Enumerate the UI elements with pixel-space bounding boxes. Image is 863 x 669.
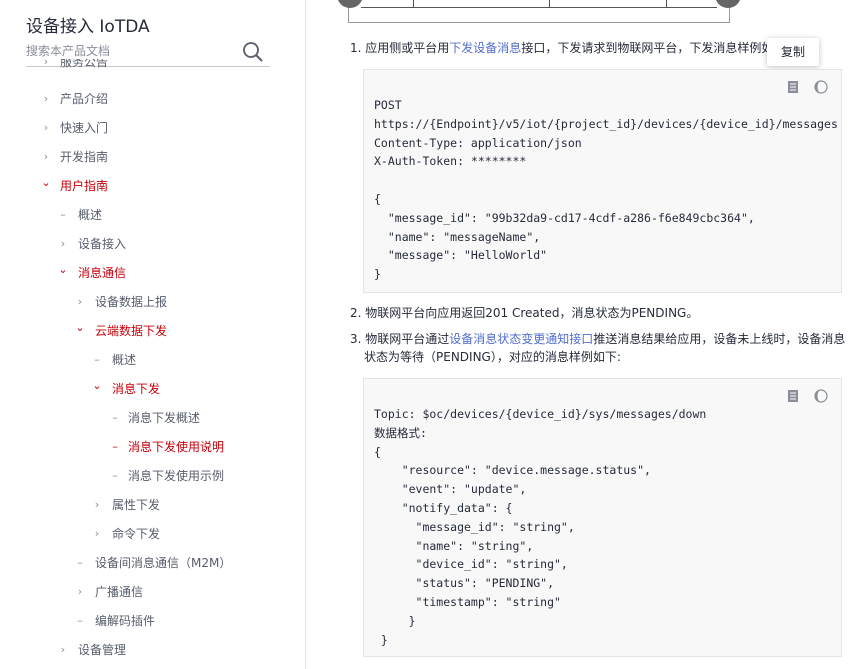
step-text: 物联网平台向应用返回201 Created，消息状态为PENDING。 <box>365 306 699 320</box>
dash-icon: – <box>77 556 83 569</box>
nav-item-data-report[interactable]: › 设备数据上报 <box>0 291 300 313</box>
dash-icon: – <box>112 440 118 453</box>
code-block-notification: Topic: $oc/devices/{device_id}/sys/messa… <box>363 378 842 657</box>
sidebar: 设备接入 IoTDA › 服务公告 › 产品介绍 › 快速入门 › 开发指南 ⌄… <box>0 0 306 669</box>
copy-icon[interactable] <box>786 389 800 403</box>
nav-item-label: 用户指南 <box>60 179 109 193</box>
product-title[interactable]: 设备接入 IoTDA <box>26 12 150 37</box>
copy-tooltip: 复制 <box>767 38 819 66</box>
chevron-right-icon: › <box>60 643 66 656</box>
nav-item-label: 服务公告 <box>60 59 109 69</box>
nav-item-downlink-usage[interactable]: – 消息下发使用说明 <box>0 436 300 458</box>
nav-item-messaging[interactable]: ⌄ 消息通信 <box>0 262 300 284</box>
send-device-message-link[interactable]: 下发设备消息 <box>449 41 521 55</box>
nav-item-label: 消息下发 <box>112 382 161 396</box>
theme-toggle-icon[interactable] <box>814 389 828 403</box>
diagram-node <box>715 0 741 8</box>
nav-item-label: 概述 <box>112 353 137 367</box>
diagram-divider <box>666 0 667 8</box>
nav-item-label: 产品介绍 <box>60 92 109 106</box>
dash-icon: – <box>77 614 83 627</box>
dash-icon: – <box>94 353 100 366</box>
code-text: POST https://{Endpoint}/v5/iot/{project_… <box>374 98 838 282</box>
chevron-right-icon: › <box>43 150 49 163</box>
chevron-right-icon: › <box>43 59 49 68</box>
nav-item-label: 命令下发 <box>112 527 161 541</box>
nav-item-device-management[interactable]: › 设备管理 <box>0 639 300 661</box>
nav-item-label: 设备管理 <box>78 643 127 657</box>
step-text: 物联网平台通过 <box>365 332 450 346</box>
message-status-notify-link[interactable]: 设备消息状态变更通知接口 <box>449 332 593 346</box>
nav-item-m2m[interactable]: – 设备间消息通信（M2M） <box>0 552 300 574</box>
nav-item-label: 云端数据下发 <box>95 324 168 338</box>
step-1: 1. 应用侧或平台用下发设备消息接口，下发请求到物联网平台，下发消息样例如 <box>350 39 773 57</box>
step-text: 接口，下发请求到物联网平台，下发消息样例如 <box>521 41 774 55</box>
nav-item-label: 概述 <box>78 208 103 222</box>
nav-item-user-guide[interactable]: ⌄ 用户指南 <box>0 175 300 197</box>
nav-item-dev-guide[interactable]: › 开发指南 <box>0 146 300 168</box>
nav-item-codec-plugin[interactable]: – 编解码插件 <box>0 610 300 632</box>
nav-item-label: 广播通信 <box>95 585 144 599</box>
nav-item-downlink-summary[interactable]: – 消息下发概述 <box>0 407 300 429</box>
nav-item-label: 消息下发使用说明 <box>128 440 225 454</box>
diagram-divider <box>413 0 414 8</box>
nav-item-label: 设备数据上报 <box>95 295 168 309</box>
nav-item-label: 消息下发概述 <box>128 411 201 425</box>
code-block-request: POST https://{Endpoint}/v5/iot/{project_… <box>363 69 842 293</box>
step-number: 2. <box>350 306 362 320</box>
theme-toggle-icon[interactable] <box>814 80 828 94</box>
chevron-right-icon: › <box>94 527 100 540</box>
step-3: 3. 物联网平台通过设备消息状态变更通知接口推送消息结果给应用，设备未上线时，设… <box>350 330 855 366</box>
dash-icon: – <box>112 411 118 424</box>
chevron-right-icon: › <box>60 237 66 250</box>
step-text: 状态为等待（PENDING），对应的消息样例如下: <box>364 350 621 364</box>
chevron-right-icon: › <box>94 498 100 511</box>
nav-item-broadcast[interactable]: › 广播通信 <box>0 581 300 603</box>
chevron-down-icon: ⌄ <box>58 263 68 276</box>
nav-item-message-downlink[interactable]: ⌄ 消息下发 <box>0 378 300 400</box>
nav-item-label: 设备间消息通信（M2M） <box>95 556 232 570</box>
dash-icon: – <box>60 208 66 221</box>
chevron-right-icon: › <box>43 92 49 105</box>
doc-content: 1. 应用侧或平台用下发设备消息接口，下发请求到物联网平台，下发消息样例如 复制… <box>306 0 863 669</box>
chevron-right-icon: › <box>77 295 83 308</box>
nav-item-service-notice[interactable]: › 服务公告 <box>0 59 300 73</box>
nav-item-device-access[interactable]: › 设备接入 <box>0 233 300 255</box>
nav-item-label: 属性下发 <box>112 498 161 512</box>
chevron-right-icon: › <box>43 121 49 134</box>
nav-item-label: 设备接入 <box>78 237 127 251</box>
nav-item-downlink-overview[interactable]: – 概述 <box>0 349 300 371</box>
nav-item-cloud-downlink[interactable]: ⌄ 云端数据下发 <box>0 320 300 342</box>
chevron-right-icon: › <box>77 585 83 598</box>
step-2: 2. 物联网平台向应用返回201 Created，消息状态为PENDING。 <box>350 304 698 322</box>
diagram-line <box>361 7 717 8</box>
copy-icon[interactable] <box>786 80 800 94</box>
step-text: 应用侧或平台用 <box>365 41 450 55</box>
dash-icon: – <box>112 469 118 482</box>
code-text: Topic: $oc/devices/{device_id}/sys/messa… <box>374 407 707 647</box>
chevron-down-icon: ⌄ <box>92 379 102 392</box>
step-number: 3. <box>350 332 362 346</box>
diagram-divider <box>549 0 550 8</box>
nav-item-product-intro[interactable]: › 产品介绍 <box>0 88 300 110</box>
nav-item-command-downlink[interactable]: › 命令下发 <box>0 523 300 545</box>
nav-item-label: 快速入门 <box>60 121 109 135</box>
nav-item-label: 消息通信 <box>78 266 127 280</box>
nav-item-downlink-example[interactable]: – 消息下发使用示例 <box>0 465 300 487</box>
diagram-node <box>337 0 363 8</box>
nav-item-label: 开发指南 <box>60 150 109 164</box>
nav-item-quick-start[interactable]: › 快速入门 <box>0 117 300 139</box>
diagram-fragment <box>337 0 741 23</box>
nav-item-label: 编解码插件 <box>95 614 156 628</box>
nav-item-overview[interactable]: – 概述 <box>0 204 300 226</box>
step-text: 推送消息结果给应用，设备未上线时，设备消息 <box>593 332 846 346</box>
nav-item-label: 消息下发使用示例 <box>128 469 225 483</box>
chevron-down-icon: ⌄ <box>75 321 85 334</box>
nav-item-property-downlink[interactable]: › 属性下发 <box>0 494 300 516</box>
chevron-down-icon: ⌄ <box>41 176 51 189</box>
step-number: 1. <box>350 41 362 55</box>
